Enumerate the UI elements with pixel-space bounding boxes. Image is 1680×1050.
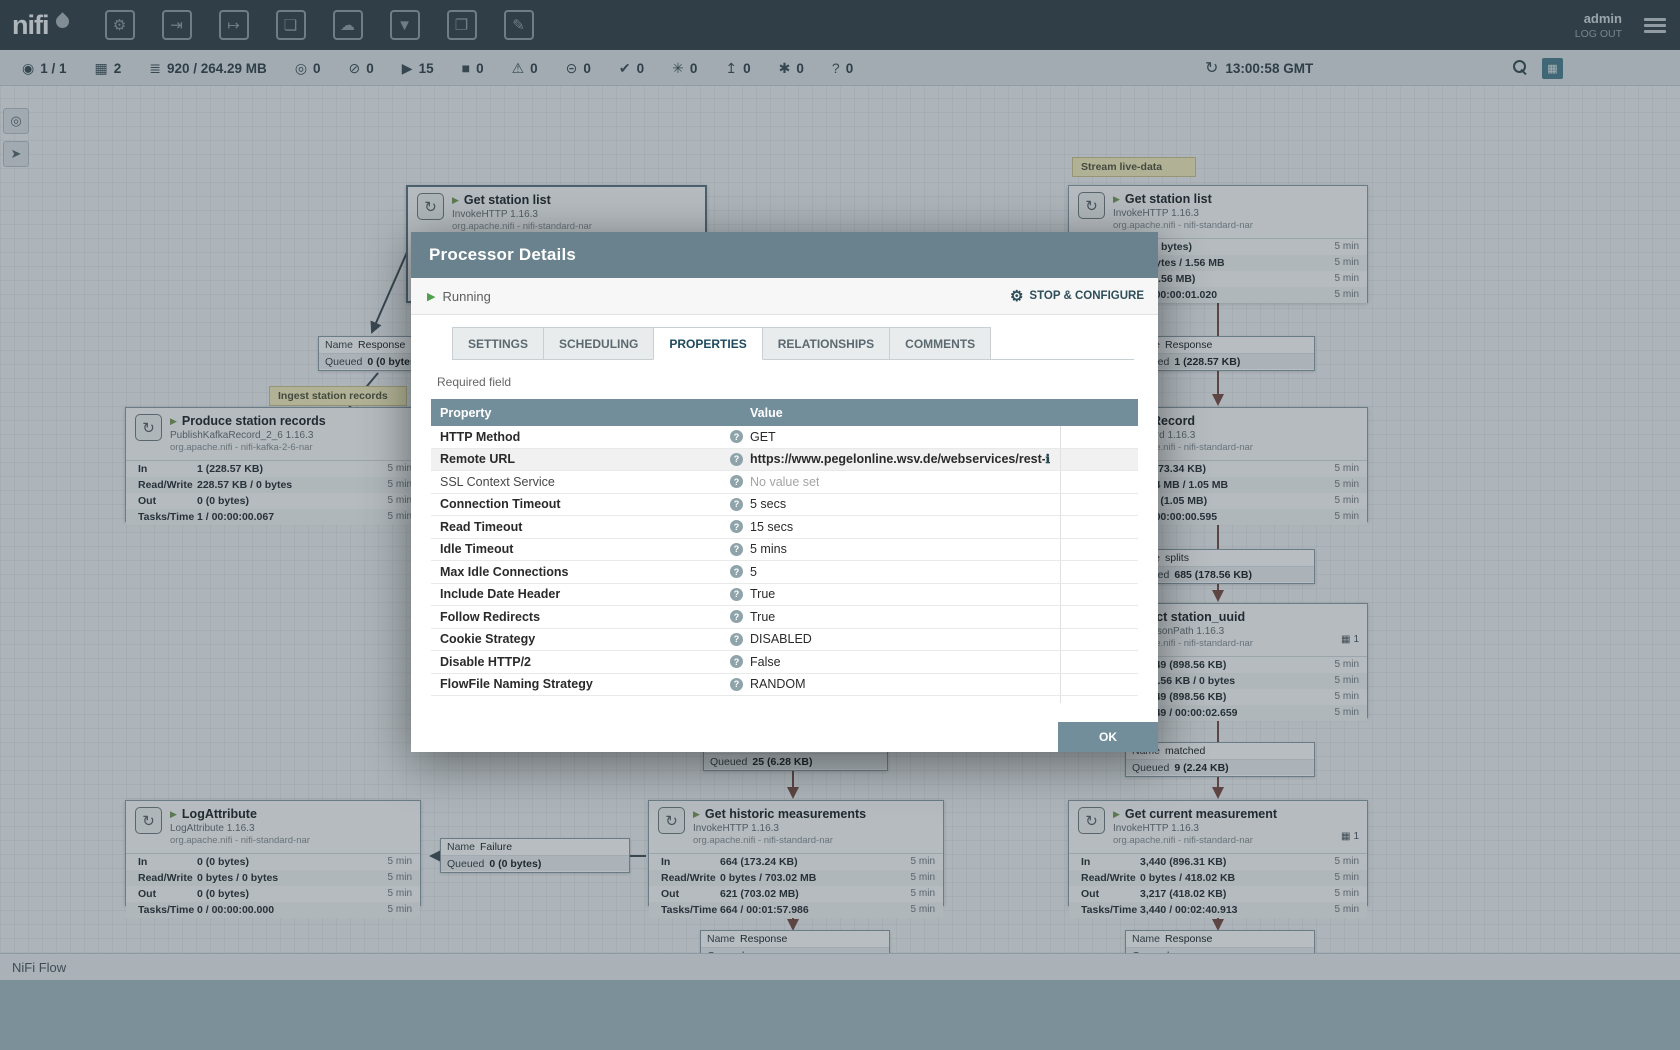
property-value: True [750,587,775,601]
property-row[interactable]: SSL Context Service? No value set [431,471,1138,494]
help-icon[interactable]: ? [730,453,743,466]
property-value: No value set [750,475,819,489]
property-row[interactable]: Disable HTTP/2? False [431,651,1138,674]
property-name: Read Timeout [440,520,522,534]
help-icon[interactable]: ? [730,610,743,623]
properties-table-header: Property Value [431,399,1138,426]
property-row[interactable]: Read Timeout? 15 secs [431,516,1138,539]
property-name: FlowFile Naming Strategy [440,677,593,691]
property-name: Cookie Strategy [440,632,535,646]
property-value: 15 secs [750,520,793,534]
property-name: HTTP Method [440,430,520,444]
property-row[interactable]: Follow Redirects? True [431,606,1138,629]
properties-table: Property Value HTTP Method? GET Remote URL… [431,399,1138,703]
dialog-status-row: ▶ Running ⚙ STOP & CONFIGURE [411,278,1158,315]
property-value: True [750,610,775,624]
gear-icon: ⚙ [1010,287,1023,305]
property-name: Include Date Header [440,587,560,601]
required-field-note: Required field [437,375,1158,389]
property-row[interactable]: FlowFile Naming Strategy? RANDOM [431,674,1138,697]
help-icon[interactable]: ? [730,678,743,691]
help-icon[interactable]: ? [730,520,743,533]
property-name: SSL Context Service [440,475,555,489]
tab-comments[interactable]: COMMENTS [889,327,991,359]
processor-details-dialog: Processor Details ▶ Running ⚙ STOP & CON… [411,232,1158,752]
property-name: Connection Timeout [440,497,561,511]
run-status-icon: ▶ [427,290,435,303]
run-status-label: Running [442,289,490,304]
property-name: Follow Redirects [440,610,540,624]
property-row[interactable]: Include Date Header? True [431,584,1138,607]
tab-properties[interactable]: PROPERTIES [653,327,762,360]
property-name: Remote URL [440,452,515,466]
ok-button[interactable]: OK [1058,722,1158,752]
help-icon[interactable]: ? [730,543,743,556]
help-icon[interactable]: ? [730,565,743,578]
help-icon[interactable]: ? [730,430,743,443]
property-row[interactable]: Max Idle Connections? 5 [431,561,1138,584]
property-row[interactable] [431,696,1138,703]
stop-and-configure-label: STOP & CONFIGURE [1029,290,1144,302]
dialog-tabs: SETTINGSSCHEDULINGPROPERTIESRELATIONSHIP… [452,327,1134,360]
value-column-header: Value [747,406,783,420]
property-row[interactable]: Cookie Strategy? DISABLED [431,629,1138,652]
help-icon[interactable]: ? [730,655,743,668]
property-column-header: Property [431,406,747,420]
property-name: Disable HTTP/2 [440,655,531,669]
property-value: 5 [750,565,757,579]
property-row[interactable]: Connection Timeout? 5 secs [431,494,1138,517]
property-name: Max Idle Connections [440,565,569,579]
help-icon[interactable]: ? [730,475,743,488]
info-icon[interactable]: ℹ [1045,452,1050,466]
tab-settings[interactable]: SETTINGS [452,327,544,359]
property-value: GET [750,430,776,444]
dialog-title: Processor Details [411,232,1158,278]
tab-relationships[interactable]: RELATIONSHIPS [762,327,890,359]
nifi-app: ◎ ➤ Stream live-dataIngest station recor… [0,0,1680,1050]
property-value: DISABLED [750,632,812,646]
tab-scheduling[interactable]: SCHEDULING [543,327,654,359]
property-value: 5 mins [750,542,787,556]
property-value: RANDOM [750,677,806,691]
help-icon[interactable]: ? [730,633,743,646]
help-icon[interactable]: ? [730,588,743,601]
property-row[interactable]: Remote URL? https://www.pegelonline.wsv.d… [431,449,1138,472]
property-value: 5 secs [750,497,786,511]
stop-and-configure-button[interactable]: ⚙ STOP & CONFIGURE [1010,287,1144,305]
property-row[interactable]: Idle Timeout? 5 mins [431,539,1138,562]
property-row[interactable]: HTTP Method? GET [431,426,1138,449]
property-value: False [750,655,781,669]
help-icon[interactable]: ? [730,498,743,511]
property-value: https://www.pegelonline.wsv.de/webservic… [750,452,1045,466]
property-name: Idle Timeout [440,542,513,556]
